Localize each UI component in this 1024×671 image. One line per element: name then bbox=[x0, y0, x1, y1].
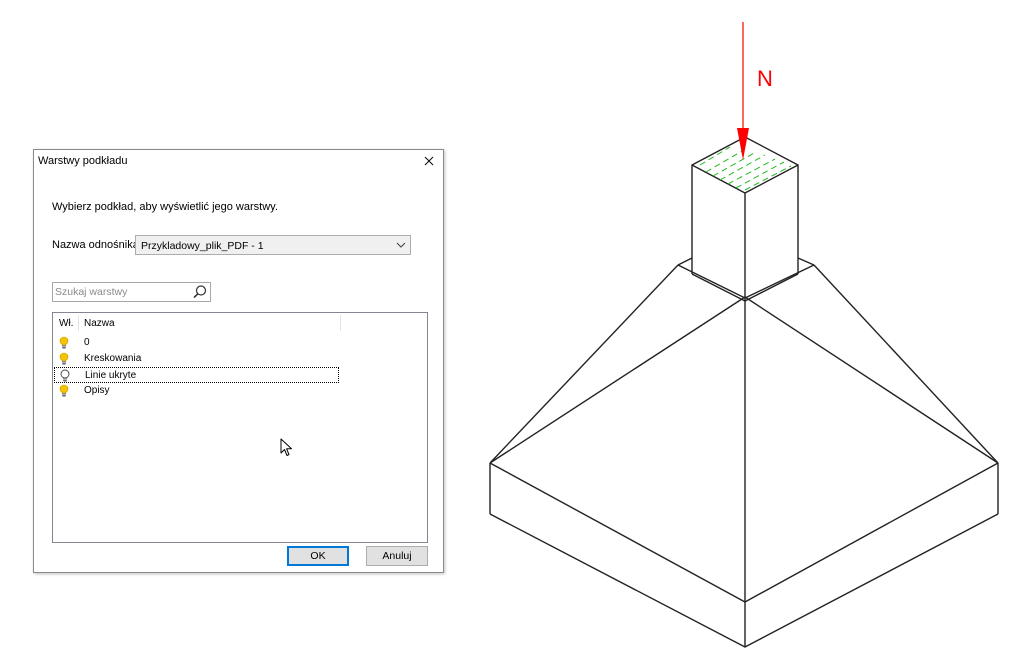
reference-name-label: Nazwa odnośnika: bbox=[52, 239, 142, 251]
ok-button[interactable]: OK bbox=[287, 546, 349, 566]
close-icon bbox=[424, 156, 434, 166]
slope-right bbox=[813, 264, 999, 464]
layer-row[interactable]: Opisy bbox=[54, 383, 339, 399]
reference-name-value: Przykladowy_plik_PDF - 1 bbox=[141, 240, 264, 252]
pyramid-top-ring bbox=[677, 264, 815, 299]
pyramid-top-ring-back bbox=[677, 257, 693, 266]
close-button[interactable] bbox=[415, 150, 443, 172]
layer-row[interactable]: 0 bbox=[54, 335, 339, 351]
mouse-cursor-icon bbox=[280, 438, 292, 456]
column-header-name[interactable]: Nazwa bbox=[84, 318, 115, 332]
search-icon[interactable] bbox=[192, 284, 208, 300]
layer-search-box bbox=[52, 282, 211, 302]
layer-row[interactable]: Kreskowania bbox=[54, 351, 339, 367]
slope-left bbox=[489, 264, 679, 464]
chevron-down-icon bbox=[396, 242, 406, 248]
lightbulb-on-icon[interactable] bbox=[58, 336, 70, 350]
cancel-button[interactable]: Anuluj bbox=[366, 546, 428, 566]
foundation-footing bbox=[489, 136, 999, 648]
layer-list[interactable]: Wł. Nazwa 0 Kreskowania Linie ukryte Opi… bbox=[52, 312, 428, 543]
layer-name: Opisy bbox=[84, 385, 110, 396]
layer-search-input[interactable] bbox=[53, 283, 195, 301]
underlay-layers-dialog: Warstwy podkładu Wybierz podkład, aby wy… bbox=[33, 149, 444, 573]
lightbulb-off-icon[interactable] bbox=[59, 369, 71, 383]
reference-name-dropdown[interactable]: Przykladowy_plik_PDF - 1 bbox=[135, 235, 411, 255]
layer-row[interactable]: Linie ukryte bbox=[54, 367, 339, 383]
lightbulb-on-icon[interactable] bbox=[58, 352, 70, 366]
layer-name: Linie ukryte bbox=[85, 370, 137, 381]
layer-name: Kreskowania bbox=[84, 353, 142, 364]
dialog-title: Warstwy podkładu bbox=[38, 155, 128, 167]
column-separator[interactable] bbox=[78, 315, 79, 331]
dialog-titlebar[interactable]: Warstwy podkładu bbox=[34, 150, 443, 172]
slab-bottom-edge bbox=[489, 513, 999, 648]
load-label: N bbox=[757, 66, 773, 91]
pyramid-top-ring-back-right bbox=[797, 257, 815, 266]
column-header-on[interactable]: Wł. bbox=[59, 318, 73, 332]
layer-name: 0 bbox=[84, 337, 90, 348]
column-separator[interactable] bbox=[340, 315, 341, 331]
slab-front-edge bbox=[489, 462, 999, 603]
instruction-text: Wybierz podkład, aby wyświetlić jego war… bbox=[52, 201, 278, 213]
lightbulb-on-icon[interactable] bbox=[58, 384, 70, 398]
